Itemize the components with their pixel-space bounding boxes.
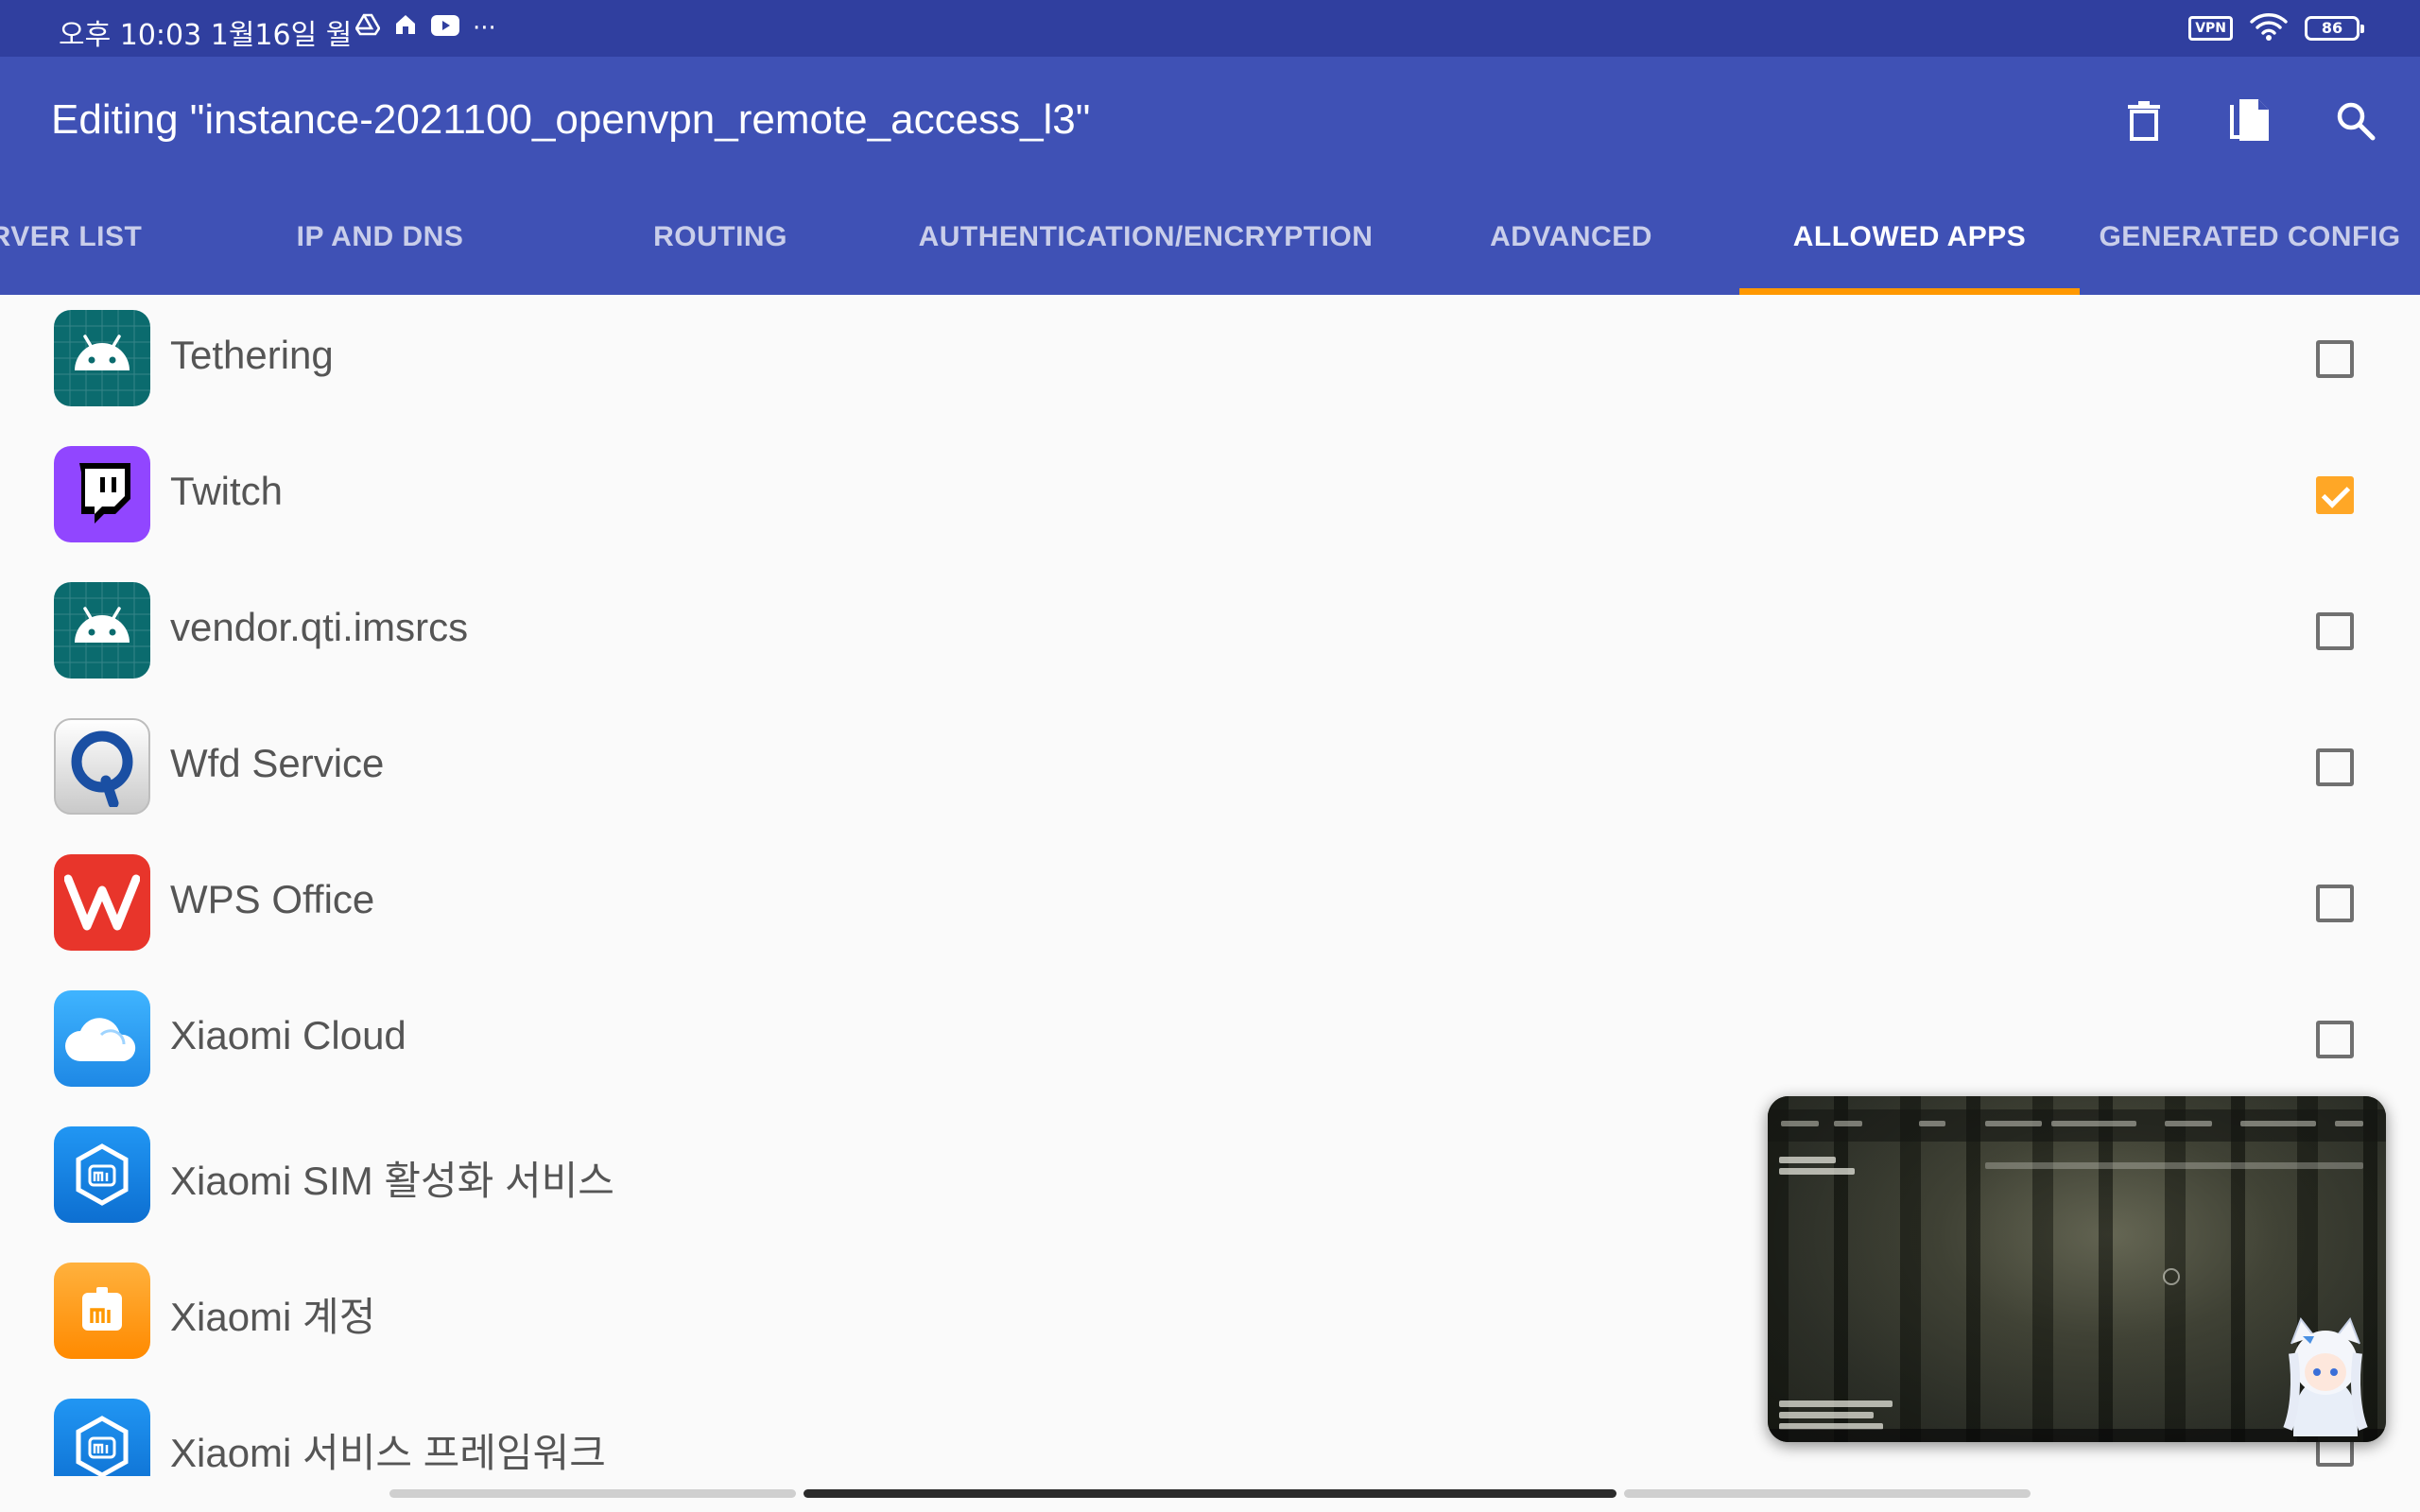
page-title: Editing "instance-2021100_openvpn_remote… (51, 96, 1091, 143)
tab-label: ALLOWED APPS (1792, 221, 2027, 252)
cloud-icon (54, 990, 150, 1087)
tab-label: ADVANCED (1490, 221, 1652, 252)
pip-video-window[interactable] (1768, 1096, 2386, 1442)
home-gesture-handle[interactable] (804, 1489, 1616, 1498)
tab-indicator (1739, 288, 2080, 295)
app-toolbar: Editing "instance-2021100_openvpn_remote… (0, 57, 2420, 180)
twitch-icon (54, 446, 150, 542)
video-game-ui-bar (1768, 1109, 2386, 1142)
android-icon (54, 582, 150, 679)
app-name: vendor.qti.imsrcs (170, 605, 469, 649)
app-name: Wfd Service (170, 741, 385, 785)
tab-label: ROUTING (653, 221, 787, 252)
mi-hexagon-icon (54, 1126, 150, 1223)
wps-icon (54, 854, 150, 951)
search-icon (2337, 102, 2376, 141)
list-item[interactable]: Twitch (0, 431, 2420, 567)
app-checkbox[interactable] (2316, 748, 2354, 786)
vpn-badge: VPN (2188, 16, 2233, 41)
list-item[interactable]: Xiaomi Cloud (0, 975, 2420, 1111)
toolbar-actions (2118, 94, 2382, 147)
delete-button[interactable] (2118, 94, 2170, 147)
tab-label: RVER LIST (0, 221, 143, 252)
copy-button[interactable] (2223, 94, 2276, 147)
app-name: Xiaomi Cloud (170, 1013, 406, 1057)
list-item[interactable]: vendor.qti.imsrcs (0, 567, 2420, 703)
tab-bar: RVER LIST IP AND DNS ROUTING AUTHENTICAT… (0, 180, 2420, 295)
copy-icon (2230, 99, 2269, 141)
tab-label: IP AND DNS (296, 221, 464, 252)
app-checkbox[interactable] (2316, 340, 2354, 378)
app-checkbox[interactable] (2316, 476, 2354, 514)
status-system-icons: VPN 86 (2188, 12, 2364, 44)
navigation-bar (0, 1476, 2420, 1512)
tab-server-list[interactable]: RVER LIST (0, 180, 170, 295)
tab-authentication-encryption[interactable]: AUTHENTICATION/ENCRYPTION (890, 180, 1401, 295)
app-name: WPS Office (170, 877, 375, 921)
nav-segment (389, 1489, 796, 1498)
video-loading-spinner (2163, 1268, 2180, 1285)
more-dots-icon: ··· (473, 14, 496, 43)
list-item[interactable]: WPS Office (0, 839, 2420, 975)
tab-advanced[interactable]: ADVANCED (1401, 180, 1741, 295)
app-name: Xiaomi SIM 활성화 서비스 (170, 1159, 614, 1203)
anime-character-avatar (2283, 1316, 2368, 1436)
app-name: Tethering (170, 333, 334, 377)
search-button[interactable] (2329, 94, 2382, 147)
status-notification-icons: ··· (354, 12, 496, 44)
home-icon (393, 12, 418, 44)
app-checkbox[interactable] (2316, 612, 2354, 650)
tab-generated-config[interactable]: GENERATED CONFIG (2080, 180, 2420, 295)
status-time: 오후 10:03 1월16일 월 (59, 19, 353, 52)
qualcomm-icon (54, 718, 150, 815)
app-name: Xiaomi 계정 (170, 1295, 376, 1339)
list-item[interactable]: Wfd Service (0, 703, 2420, 839)
tab-routing[interactable]: ROUTING (550, 180, 890, 295)
youtube-icon (431, 13, 459, 43)
wifi-icon (2250, 12, 2288, 44)
status-bar: 오후 10:03 1월16일 월 ··· VPN 86 (0, 0, 2420, 57)
delete-icon (2128, 101, 2160, 141)
tab-allowed-apps[interactable]: ALLOWED APPS (1739, 180, 2080, 295)
drive-icon (354, 13, 381, 43)
android-icon (54, 310, 150, 406)
battery-indicator: 86 (2305, 16, 2364, 41)
app-name: Twitch (170, 469, 284, 513)
app-checkbox[interactable] (2316, 1021, 2354, 1058)
app-name: Xiaomi 서비스 프레임워크 (170, 1431, 606, 1475)
nav-segment (1624, 1489, 2031, 1498)
tab-label: GENERATED CONFIG (2099, 221, 2401, 252)
list-item[interactable]: Tethering (0, 295, 2420, 431)
tab-label: AUTHENTICATION/ENCRYPTION (918, 221, 1374, 252)
app-checkbox[interactable] (2316, 885, 2354, 922)
mi-hexagon-icon (54, 1399, 150, 1476)
mi-account-icon (54, 1263, 150, 1359)
tab-ip-and-dns[interactable]: IP AND DNS (210, 180, 550, 295)
